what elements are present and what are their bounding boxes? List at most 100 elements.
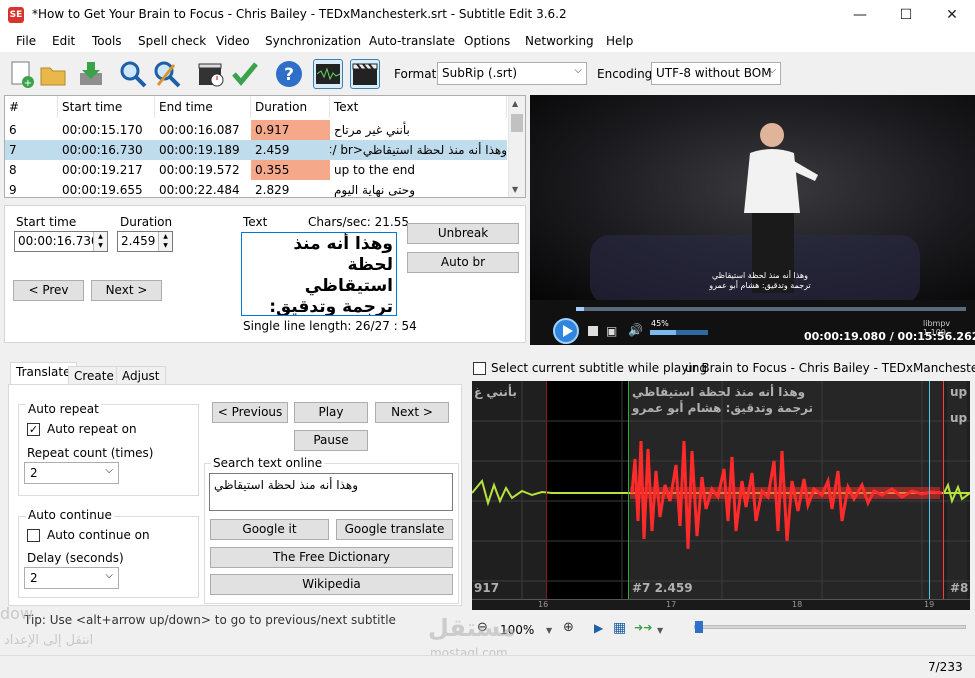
menu-bar: File Edit Tools Spell check Video Synchr…: [0, 30, 975, 52]
scroll-down-icon[interactable]: ▼: [512, 185, 518, 194]
delay-select[interactable]: 2 ⌵: [24, 567, 119, 589]
pause-button[interactable]: Pause: [294, 430, 368, 451]
start-time-label: Start time: [16, 215, 77, 229]
column-header-number[interactable]: #: [5, 96, 58, 118]
visual-sync-icon[interactable]: [196, 59, 226, 89]
waveform-end-marker: [943, 381, 944, 610]
search-text-input[interactable]: وهذا أنه منذ لحظة استيقاظي: [209, 473, 453, 511]
google-translate-button[interactable]: Google translate: [336, 519, 453, 540]
app-icon: SE: [8, 7, 24, 23]
tab-adjust[interactable]: Adjust: [116, 366, 166, 386]
tab-translate[interactable]: Translate: [10, 362, 77, 385]
next-button[interactable]: Next >: [91, 280, 162, 301]
start-time-input[interactable]: 00:00:16.730 ▲ ▼: [14, 231, 108, 252]
select-current-subtitle-label: Select current subtitle while playing: [491, 361, 707, 375]
new-file-icon[interactable]: +: [6, 59, 36, 89]
row-text: وحتى نهاية اليوم: [334, 183, 416, 197]
close-icon[interactable]: ✕: [929, 0, 975, 30]
video-player[interactable]: وهذا أنه منذ لحظة استيقاظي ترجمة وتدقيق:…: [530, 95, 975, 345]
volume-icon[interactable]: 🔊: [628, 323, 643, 337]
column-header-start-time[interactable]: Start time: [58, 96, 155, 118]
repeat-count-select[interactable]: 2 ⌵: [24, 462, 119, 484]
zoom-in-icon[interactable]: ⊕: [563, 620, 574, 635]
open-folder-icon[interactable]: [38, 59, 68, 89]
minimize-icon[interactable]: —: [837, 0, 883, 30]
save-icon[interactable]: [76, 59, 106, 89]
volume-slider[interactable]: [650, 330, 708, 335]
timeline-tick: 18: [792, 600, 803, 609]
table-row[interactable]: 6 00:00:15.170 00:00:16.087 0.917 بأنني …: [5, 120, 507, 140]
menu-video[interactable]: Video: [216, 34, 250, 48]
waveform-toggle-icon[interactable]: [313, 59, 343, 89]
forward-icon[interactable]: ➜➜: [634, 621, 652, 634]
previous-button[interactable]: < Previous: [212, 402, 288, 423]
menu-tools[interactable]: Tools: [92, 34, 122, 48]
start-time-spinner-icon[interactable]: ▲ ▼: [93, 232, 107, 251]
column-header-duration[interactable]: Duration: [251, 96, 330, 118]
duration-spinner-icon[interactable]: ▲ ▼: [158, 232, 172, 251]
auto-repeat-checkbox[interactable]: ✓: [27, 423, 40, 436]
row-duration: 2.829: [255, 183, 290, 197]
fullscreen-icon[interactable]: ▣: [606, 324, 617, 338]
grid-icon[interactable]: ▦: [613, 620, 626, 636]
play-icon[interactable]: [553, 318, 579, 344]
format-select[interactable]: SubRip (.srt) ⌵: [437, 62, 587, 85]
subtitle-text-editor[interactable]: وهذا أنه منذ لحظة استيقاظي ترجمة وتدقيق:…: [241, 232, 397, 316]
encoding-value: UTF-8 without BOM: [656, 66, 772, 80]
waveform-playhead[interactable]: [929, 381, 930, 610]
table-row[interactable]: 9 00:00:19.655 00:00:22.484 2.829 وحتى ن…: [5, 180, 507, 197]
play-button[interactable]: Play: [294, 402, 368, 423]
replace-icon[interactable]: [152, 59, 182, 89]
help-icon[interactable]: ?: [274, 59, 304, 89]
subtitle-list[interactable]: # Start time End time Duration Text 6 00…: [4, 95, 526, 198]
video-progress-fill: [576, 307, 584, 311]
forward-dropdown-icon[interactable]: ▼: [657, 626, 663, 635]
menu-file[interactable]: File: [16, 34, 36, 48]
menu-auto-translate[interactable]: Auto-translate: [369, 34, 455, 48]
video-controls: ▣ 🔊 45% libmpv 1.109 00:00:19.080 / 00:1…: [530, 300, 975, 345]
select-current-subtitle-checkbox[interactable]: [473, 362, 486, 375]
menu-spell-check[interactable]: Spell check: [138, 34, 206, 48]
duration-input[interactable]: 2.459 ▲ ▼: [117, 231, 173, 252]
zoom-dropdown-icon[interactable]: ▼: [546, 626, 552, 635]
scroll-thumb[interactable]: [511, 114, 523, 132]
slider-thumb[interactable]: [695, 621, 703, 633]
find-icon[interactable]: [118, 59, 148, 89]
play-waveform-icon[interactable]: ▶: [594, 621, 603, 635]
table-row-selected[interactable]: 7 00:00:16.730 00:00:19.189 2.459 وهذا أ…: [5, 140, 507, 160]
menu-help[interactable]: Help: [606, 34, 633, 48]
waveform-position-slider[interactable]: [694, 621, 966, 633]
video-progress-bar[interactable]: [576, 307, 966, 311]
free-dictionary-button[interactable]: The Free Dictionary: [210, 547, 453, 568]
auto-br-button[interactable]: Auto br: [407, 252, 519, 273]
prev-button[interactable]: < Prev: [13, 280, 84, 301]
video-frame: وهذا أنه منذ لحظة استيقاظي ترجمة وتدقيق:…: [530, 95, 975, 305]
encoding-select[interactable]: UTF-8 without BOM ⌵: [651, 62, 781, 85]
spell-check-icon[interactable]: [230, 59, 260, 89]
google-it-button[interactable]: Google it: [210, 519, 329, 540]
column-header-text[interactable]: Text: [330, 96, 507, 118]
menu-options[interactable]: Options: [464, 34, 510, 48]
unbreak-button[interactable]: Unbreak: [407, 223, 519, 244]
scroll-up-icon[interactable]: ▲: [512, 99, 518, 108]
delay-value: 2: [30, 571, 38, 585]
auto-repeat-group-label: Auto repeat: [26, 402, 101, 416]
audio-waveform[interactable]: بأنني غ وهذا أنه منذ لحظة استيقاظي ترجمة…: [472, 381, 970, 610]
stop-icon[interactable]: [588, 326, 598, 336]
column-header-end-time[interactable]: End time: [155, 96, 251, 118]
menu-networking[interactable]: Networking: [525, 34, 594, 48]
video-toggle-icon[interactable]: [350, 59, 380, 89]
format-value: SubRip (.srt): [442, 66, 518, 80]
auto-continue-checkbox[interactable]: [27, 529, 40, 542]
menu-edit[interactable]: Edit: [52, 34, 75, 48]
next-button[interactable]: Next >: [375, 402, 449, 423]
tab-create[interactable]: Create: [68, 366, 120, 386]
menu-synchronization[interactable]: Synchronization: [265, 34, 361, 48]
timeline-tick: 17: [666, 600, 677, 609]
table-row[interactable]: 8 00:00:19.217 00:00:19.572 0.355 up to …: [5, 160, 507, 180]
maximize-icon[interactable]: ☐: [883, 0, 929, 30]
list-scrollbar[interactable]: ▲ ▼: [508, 96, 525, 197]
video-time: 00:00:19.080 / 00:15:56.262: [804, 330, 975, 343]
row-text: وهذا أنه منذ لحظة استيقاظي<br />: [330, 143, 507, 157]
wikipedia-button[interactable]: Wikipedia: [210, 574, 453, 595]
